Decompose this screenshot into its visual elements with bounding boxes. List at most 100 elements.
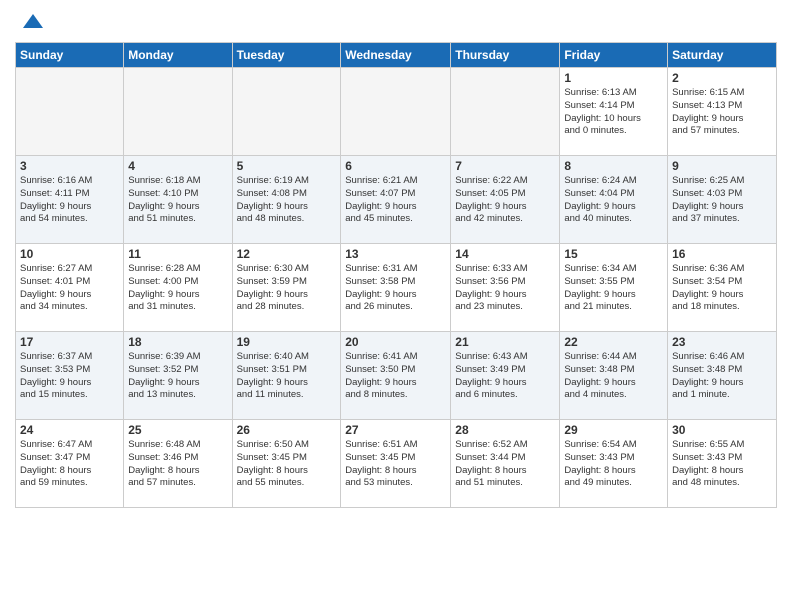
day-number: 25 — [128, 423, 227, 437]
day-cell: 26Sunrise: 6:50 AM Sunset: 3:45 PM Dayli… — [232, 420, 341, 508]
day-number: 21 — [455, 335, 555, 349]
day-cell: 2 Sunrise: 6:15 AM Sunset: 4:13 PM Daylig… — [668, 68, 777, 156]
day-info: Sunrise: 6:51 AM Sunset: 3:45 PM Dayligh… — [345, 439, 446, 490]
day-cell: 25 Sunrise: 6:48 AM Sunset: 3:46 PM Dayli… — [124, 420, 232, 508]
day-info: Sunrise: 6:15 AM Sunset: 4:13 PM Dayligh… — [672, 87, 772, 138]
day-info: Sunrise: 6:54 AM Sunset: 3:43 PM Dayligh… — [564, 439, 663, 490]
day-cell: 28 Sunrise: 6:52 AM Sunset: 3:44 PM Dayli… — [451, 420, 560, 508]
day-cell: 18 Sunrise: 6:39 AM Sunset: 3:52 PM Dayli… — [124, 332, 232, 420]
day-info: Sunrise: 6:33 AM Sunset: 3:56 PM Dayligh… — [455, 263, 555, 314]
day-cell: 9 Sunrise: 6:25 AM Sunset: 4:03 PM Daylig… — [668, 156, 777, 244]
day-info: Sunrise: 6:31 AM Sunset: 3:58 PM Dayligh… — [345, 263, 446, 314]
day-cell: 29 Sunrise: 6:54 AM Sunset: 3:43 PM Dayli… — [560, 420, 668, 508]
day-number: 27 — [345, 423, 446, 437]
day-info: Sunrise: 6:13 AM Sunset: 4:14 PM Dayligh… — [564, 87, 663, 138]
day-number: 20 — [345, 335, 446, 349]
day-cell — [124, 68, 232, 156]
weekday-tuesday: Tuesday — [232, 43, 341, 68]
day-info: Sunrise: 6:18 AM Sunset: 4:10 PM Dayligh… — [128, 175, 227, 226]
week-row-1: 1 Sunrise: 6:13 AM Sunset: 4:14 PM Daylig… — [16, 68, 777, 156]
day-number: 2 — [672, 71, 772, 85]
day-info: Sunrise: 6:28 AM Sunset: 4:00 PM Dayligh… — [128, 263, 227, 314]
week-row-4: 17Sunrise: 6:37 AM Sunset: 3:53 PM Dayli… — [16, 332, 777, 420]
day-cell: 11Sunrise: 6:28 AM Sunset: 4:00 PM Dayli… — [124, 244, 232, 332]
day-cell: 14Sunrise: 6:33 AM Sunset: 3:56 PM Dayli… — [451, 244, 560, 332]
weekday-friday: Friday — [560, 43, 668, 68]
day-info: Sunrise: 6:48 AM Sunset: 3:46 PM Dayligh… — [128, 439, 227, 490]
day-info: Sunrise: 6:46 AM Sunset: 3:48 PM Dayligh… — [672, 351, 772, 402]
day-cell: 30 Sunrise: 6:55 AM Sunset: 3:43 PM Dayli… — [668, 420, 777, 508]
calendar: SundayMondayTuesdayWednesdayThursdayFrid… — [15, 42, 777, 508]
day-cell: 10 Sunrise: 6:27 AM Sunset: 4:01 PM Dayli… — [16, 244, 124, 332]
page-header — [15, 10, 777, 34]
day-number: 15 — [564, 247, 663, 261]
weekday-wednesday: Wednesday — [341, 43, 451, 68]
weekday-monday: Monday — [124, 43, 232, 68]
day-cell: 13 Sunrise: 6:31 AM Sunset: 3:58 PM Dayli… — [341, 244, 451, 332]
logo-icon — [19, 10, 47, 38]
day-number: 24 — [20, 423, 119, 437]
day-info: Sunrise: 6:27 AM Sunset: 4:01 PM Dayligh… — [20, 263, 119, 314]
day-info: Sunrise: 6:34 AM Sunset: 3:55 PM Dayligh… — [564, 263, 663, 314]
day-info: Sunrise: 6:30 AM Sunset: 3:59 PM Dayligh… — [237, 263, 337, 314]
day-info: Sunrise: 6:21 AM Sunset: 4:07 PM Dayligh… — [345, 175, 446, 226]
day-info: Sunrise: 6:55 AM Sunset: 3:43 PM Dayligh… — [672, 439, 772, 490]
day-number: 8 — [564, 159, 663, 173]
weekday-sunday: Sunday — [16, 43, 124, 68]
day-info: Sunrise: 6:52 AM Sunset: 3:44 PM Dayligh… — [455, 439, 555, 490]
day-cell: 8 Sunrise: 6:24 AM Sunset: 4:04 PM Daylig… — [560, 156, 668, 244]
day-info: Sunrise: 6:50 AM Sunset: 3:45 PM Dayligh… — [237, 439, 337, 490]
day-number: 13 — [345, 247, 446, 261]
day-cell: 7Sunrise: 6:22 AM Sunset: 4:05 PM Daylig… — [451, 156, 560, 244]
day-number: 30 — [672, 423, 772, 437]
weekday-saturday: Saturday — [668, 43, 777, 68]
day-info: Sunrise: 6:25 AM Sunset: 4:03 PM Dayligh… — [672, 175, 772, 226]
day-cell: 5 Sunrise: 6:19 AM Sunset: 4:08 PM Daylig… — [232, 156, 341, 244]
day-number: 10 — [20, 247, 119, 261]
day-cell: 22 Sunrise: 6:44 AM Sunset: 3:48 PM Dayli… — [560, 332, 668, 420]
day-cell: 4Sunrise: 6:18 AM Sunset: 4:10 PM Daylig… — [124, 156, 232, 244]
day-number: 12 — [237, 247, 337, 261]
day-cell — [341, 68, 451, 156]
day-info: Sunrise: 6:44 AM Sunset: 3:48 PM Dayligh… — [564, 351, 663, 402]
day-cell: 27 Sunrise: 6:51 AM Sunset: 3:45 PM Dayli… — [341, 420, 451, 508]
day-number: 19 — [237, 335, 337, 349]
day-info: Sunrise: 6:22 AM Sunset: 4:05 PM Dayligh… — [455, 175, 555, 226]
day-cell: 20 Sunrise: 6:41 AM Sunset: 3:50 PM Dayli… — [341, 332, 451, 420]
day-cell: 21 Sunrise: 6:43 AM Sunset: 3:49 PM Dayli… — [451, 332, 560, 420]
day-number: 29 — [564, 423, 663, 437]
day-number: 6 — [345, 159, 446, 173]
day-info: Sunrise: 6:16 AM Sunset: 4:11 PM Dayligh… — [20, 175, 119, 226]
day-cell — [451, 68, 560, 156]
day-cell: 12 Sunrise: 6:30 AM Sunset: 3:59 PM Dayli… — [232, 244, 341, 332]
day-number: 1 — [564, 71, 663, 85]
day-cell: 16 Sunrise: 6:36 AM Sunset: 3:54 PM Dayli… — [668, 244, 777, 332]
day-cell — [232, 68, 341, 156]
day-cell: 3Sunrise: 6:16 AM Sunset: 4:11 PM Daylig… — [16, 156, 124, 244]
day-info: Sunrise: 6:39 AM Sunset: 3:52 PM Dayligh… — [128, 351, 227, 402]
day-cell: 19 Sunrise: 6:40 AM Sunset: 3:51 PM Dayli… — [232, 332, 341, 420]
week-row-2: 3Sunrise: 6:16 AM Sunset: 4:11 PM Daylig… — [16, 156, 777, 244]
day-number: 16 — [672, 247, 772, 261]
day-info: Sunrise: 6:43 AM Sunset: 3:49 PM Dayligh… — [455, 351, 555, 402]
day-info: Sunrise: 6:24 AM Sunset: 4:04 PM Dayligh… — [564, 175, 663, 226]
day-cell: 23 Sunrise: 6:46 AM Sunset: 3:48 PM Dayli… — [668, 332, 777, 420]
week-row-3: 10 Sunrise: 6:27 AM Sunset: 4:01 PM Dayli… — [16, 244, 777, 332]
day-number: 5 — [237, 159, 337, 173]
day-info: Sunrise: 6:47 AM Sunset: 3:47 PM Dayligh… — [20, 439, 119, 490]
day-number: 28 — [455, 423, 555, 437]
day-info: Sunrise: 6:41 AM Sunset: 3:50 PM Dayligh… — [345, 351, 446, 402]
day-number: 9 — [672, 159, 772, 173]
day-info: Sunrise: 6:40 AM Sunset: 3:51 PM Dayligh… — [237, 351, 337, 402]
day-number: 22 — [564, 335, 663, 349]
day-number: 23 — [672, 335, 772, 349]
day-cell — [16, 68, 124, 156]
weekday-thursday: Thursday — [451, 43, 560, 68]
day-info: Sunrise: 6:19 AM Sunset: 4:08 PM Dayligh… — [237, 175, 337, 226]
day-info: Sunrise: 6:36 AM Sunset: 3:54 PM Dayligh… — [672, 263, 772, 314]
week-row-5: 24 Sunrise: 6:47 AM Sunset: 3:47 PM Dayli… — [16, 420, 777, 508]
day-cell: 24 Sunrise: 6:47 AM Sunset: 3:47 PM Dayli… — [16, 420, 124, 508]
logo — [15, 10, 47, 34]
day-number: 18 — [128, 335, 227, 349]
day-cell: 15 Sunrise: 6:34 AM Sunset: 3:55 PM Dayli… — [560, 244, 668, 332]
